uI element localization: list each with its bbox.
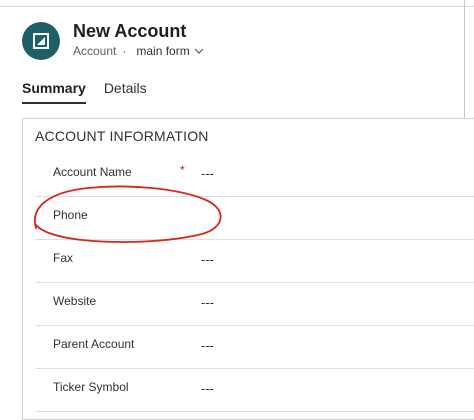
website-input[interactable]: --- — [201, 292, 461, 314]
parent-account-lookup[interactable]: --- — [201, 335, 461, 357]
field-row-website: Website --- — [35, 282, 474, 326]
record-subtitle: Account · main form — [73, 44, 204, 58]
field-label: Website — [53, 294, 97, 308]
record-avatar — [22, 22, 60, 60]
page-title: New Account — [73, 21, 187, 41]
chevron-down-icon — [194, 48, 204, 54]
field-label: Fax — [53, 251, 74, 265]
field-row-fax: Fax --- — [35, 239, 474, 283]
ticker-symbol-input[interactable]: --- — [201, 378, 461, 400]
field-label: Account Name — [53, 165, 132, 179]
account-icon — [33, 33, 49, 49]
subtitle-separator: · — [122, 44, 127, 58]
field-label: Ticker Symbol — [53, 380, 129, 394]
field-row-parent-account: Parent Account --- — [35, 325, 474, 369]
tab-summary[interactable]: Summary — [22, 80, 86, 104]
top-divider — [0, 6, 474, 7]
field-row-phone: Phone — [35, 196, 474, 240]
phone-input[interactable] — [201, 206, 461, 228]
form-tabs: Summary Details — [22, 80, 147, 104]
entity-name: Account — [73, 44, 117, 58]
form-selector[interactable]: main form — [136, 44, 204, 58]
field-row-ticker-symbol: Ticker Symbol --- — [35, 368, 474, 412]
field-row-account-name: Account Name * --- — [35, 153, 474, 197]
account-name-input[interactable]: --- — [201, 163, 461, 185]
field-label: Parent Account — [53, 337, 135, 351]
form-name: main form — [136, 44, 190, 58]
account-information-section: ACCOUNT INFORMATION Account Name * --- P… — [22, 118, 474, 420]
fax-input[interactable]: --- — [201, 249, 461, 271]
section-title: ACCOUNT INFORMATION — [35, 128, 209, 144]
required-indicator: * — [180, 163, 185, 177]
tab-details[interactable]: Details — [104, 80, 147, 102]
field-label: Phone — [53, 208, 88, 222]
